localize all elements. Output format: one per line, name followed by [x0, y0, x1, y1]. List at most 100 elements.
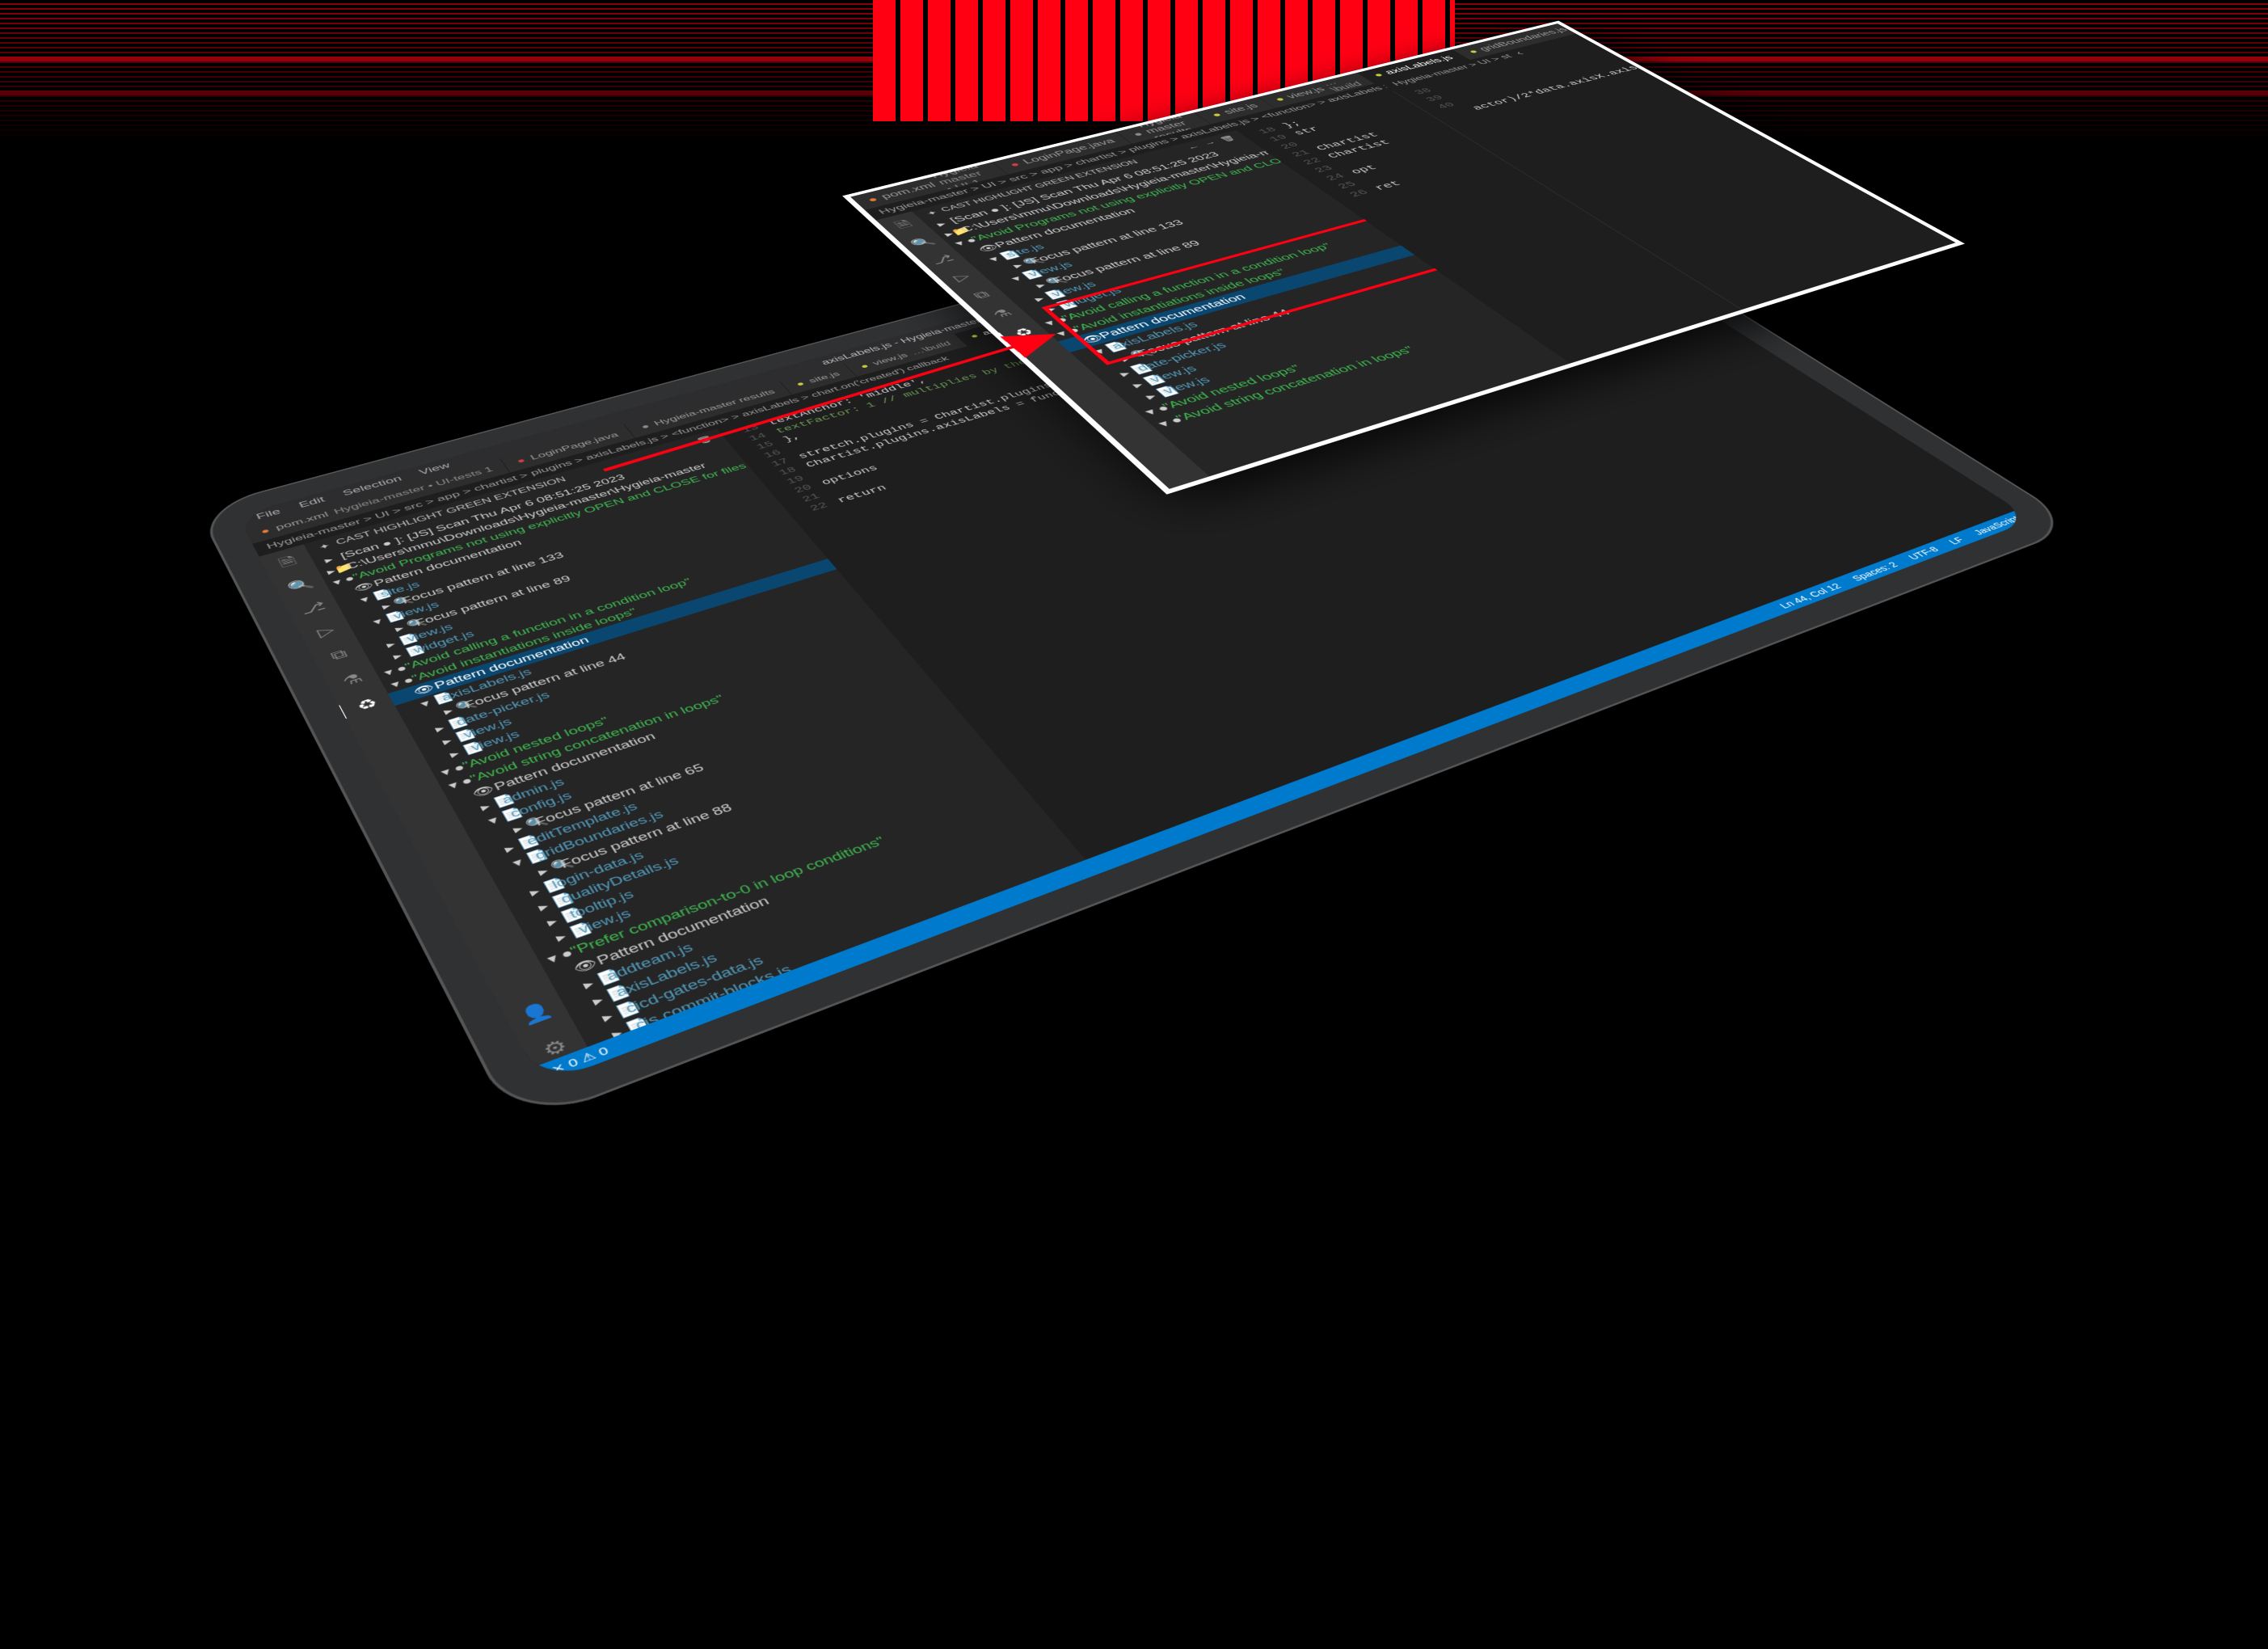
- inset-search-icon[interactable]: 🔍: [908, 235, 938, 249]
- activity-bar: 🗎 🔍 ⎇ ▷ ⧉ ⚗ ♻ 👤 ⚙: [259, 544, 588, 1067]
- file-type-icon: ●: [858, 362, 871, 370]
- tree-row-icon: ▸ 📄: [432, 719, 454, 735]
- tree-row-label: Focus pattern at line 133: [400, 550, 567, 606]
- tree-row-label: Pattern documentation: [432, 635, 592, 691]
- tree-row-icon: ▸ 📄: [447, 744, 469, 760]
- tree-row-label: config.js: [508, 789, 574, 820]
- tree-row-icon: ▸ 📄: [535, 896, 559, 914]
- tree-row-label: cicd-gates-data.js: [622, 953, 766, 1016]
- tree-row-icon: ▸ 🔍: [393, 621, 413, 635]
- tree-row-icon: ▸ 📄: [502, 838, 525, 855]
- tree-row[interactable]: ▸ 📄 tooltip.js: [518, 757, 1008, 940]
- tree-row[interactable]: ▸ 📄qualityDetails.js: [510, 744, 997, 925]
- tree-row[interactable]: ▸ 🔍Focus pattern at line 89: [355, 508, 793, 646]
- tree-row[interactable]: ▸ 📄view.js: [527, 770, 1019, 955]
- tree-row-label: admin.js: [500, 776, 567, 807]
- inset-back-icon[interactable]: ←: [1185, 143, 1203, 151]
- tree-row[interactable]: ▸ 📄view.js: [416, 601, 874, 756]
- tree-row-icon: ▾ 📄: [510, 853, 533, 870]
- tree-row-icon: ▸ 📄: [553, 926, 577, 945]
- file-type-icon: ●: [1209, 111, 1225, 119]
- tree-row[interactable]: ▸ 📄config.js: [601, 879, 1086, 1047]
- tree-row[interactable]: 👁Pattern documentation: [445, 647, 913, 809]
- tree-row-label: axisLabels.js: [613, 951, 719, 1000]
- tree-row-icon: ▸ 📄: [391, 647, 412, 661]
- side-delete-icon[interactable]: 🗑: [694, 435, 715, 446]
- tree-row[interactable]: ▸ 🔍Focus pattern at line 65: [469, 681, 943, 850]
- file-type-icon: ●: [1130, 130, 1146, 138]
- inset-explorer-icon[interactable]: 🗎: [890, 219, 919, 233]
- tree-row-icon: ▸ 🔍: [380, 598, 400, 611]
- tree-row[interactable]: ▾ ●"Avoid calling a function in a condit…: [374, 538, 819, 682]
- tree-row[interactable]: ▸ 📄date-picker.js: [409, 591, 865, 744]
- tree-row[interactable]: ▸ 📄 view.js: [361, 518, 802, 658]
- tree-row-icon: ▾ ●: [389, 676, 410, 690]
- tree-row-label: editTemplate.js: [524, 800, 639, 848]
- file-type-icon: ●: [639, 422, 652, 431]
- file-type-icon: ●: [794, 380, 807, 388]
- tree-row-label: view.js: [462, 716, 514, 741]
- tree-row-icon: ▸ 📄: [609, 1022, 634, 1042]
- tree-row-icon: ▾ ●: [1154, 415, 1179, 429]
- settings-icon[interactable]: ⚙: [536, 1034, 575, 1063]
- tree-row-icon: ▸ 📄: [478, 797, 500, 813]
- tree-row[interactable]: ▾ ●"Avoid nested loops": [431, 624, 893, 782]
- tree-row-icon: ▸ 🔍: [510, 819, 533, 836]
- tree-row-icon: ▾ 📄: [486, 811, 508, 828]
- tree-row-label: "Prefer comparison-to-0 in loop conditio…: [567, 834, 887, 958]
- tree-row-icon: ▸ 🔍: [535, 861, 559, 879]
- tree-row-label: login-data.js: [550, 849, 647, 892]
- file-type-icon: ●: [1272, 95, 1288, 103]
- tree-row-icon: 👁: [411, 683, 432, 698]
- file-type-icon: ●: [1371, 71, 1387, 78]
- extensions-icon[interactable]: ⧉: [323, 645, 355, 664]
- tree-row[interactable]: ▸ 🔍Focus pattern at line 88: [493, 719, 975, 895]
- testing-icon[interactable]: ⚗: [337, 669, 369, 690]
- inset-forward-icon[interactable]: →: [1201, 139, 1219, 147]
- file-type-icon: ●: [515, 456, 528, 466]
- side-forward-icon[interactable]: →: [676, 441, 693, 451]
- tree-row[interactable]: ▾ 📄config.js: [461, 670, 933, 837]
- tree-row[interactable]: ▸ 📄editTemplate.js: [477, 694, 954, 865]
- file-type-icon: ●: [865, 195, 881, 204]
- inset-testing-icon[interactable]: ⚗: [987, 306, 1018, 322]
- tree-row[interactable]: ▸ 📄admin.js: [453, 658, 923, 823]
- tree-row-icon: ▸ 📄: [527, 881, 551, 899]
- tree-row-label: Focus pattern at line 88: [558, 801, 735, 871]
- tree-row-label: view.js: [391, 599, 441, 621]
- status-bar: ⨯ 0 ⚠ 0 Ln 44, Col 12 Spaces: 2 UTF-8 LF…: [533, 509, 2034, 1085]
- inset-debug-icon[interactable]: ▷: [946, 270, 977, 285]
- inset-star-icon: ✦: [924, 209, 940, 217]
- tree-row-icon: 👁: [470, 784, 493, 800]
- tree-row-label: Pattern documentation: [491, 730, 658, 793]
- tree-row-icon: ▸ 📄: [384, 636, 405, 650]
- status-eol[interactable]: LF: [1946, 535, 1967, 546]
- tree-row-label: qualityDetails.js: [559, 854, 681, 906]
- tree-row-icon: ▸📁: [325, 564, 344, 577]
- tree-row-label: Focus pattern at line 65: [533, 761, 707, 829]
- tree-row-icon: ▾ ●: [382, 664, 403, 679]
- tree-row[interactable]: ▾ 📄gridBoundaries.js: [485, 706, 964, 879]
- inset-extensions-icon[interactable]: ⧉: [967, 288, 997, 302]
- tree-row-icon: ▸: [319, 554, 339, 567]
- tree-row-label: view.js: [575, 906, 633, 936]
- inset-delete-icon[interactable]: 🗑: [1217, 134, 1237, 143]
- tree-row-icon: ▸ 📄: [440, 732, 462, 748]
- tree-row-icon: ▾ ●: [439, 763, 462, 779]
- debug-icon[interactable]: ▷: [310, 622, 341, 641]
- tree-row[interactable]: ▸ 🔍Focus pattern at line 44: [402, 580, 855, 731]
- tree-row[interactable]: ▾ ●"Avoid string concatenation in loops": [438, 635, 903, 796]
- scene: File Edit Selection View axisLabels.js -…: [326, 32, 1942, 1649]
- inset-scm-icon[interactable]: ⎇: [927, 252, 957, 267]
- file-type-icon: ●: [968, 332, 981, 340]
- side-back-icon[interactable]: ←: [656, 446, 674, 457]
- tree-row-icon: ▸ 📄: [618, 1039, 644, 1047]
- tree-row-label: Focus pattern at line 89: [413, 573, 573, 628]
- file-type-icon: ●: [1465, 48, 1482, 55]
- tree-row-icon: 👁: [571, 957, 596, 976]
- tree-row-label: tooltip.js: [567, 888, 636, 922]
- tree-row[interactable]: ▾ ●"Avoid instantiations inside loops": [382, 548, 828, 694]
- tree-row-label: "Avoid instantiations inside loops": [410, 606, 639, 684]
- tree-row[interactable]: ▸ 📄login-data.js: [501, 731, 986, 909]
- tree-row[interactable]: ▸ 📄view.js: [424, 613, 883, 770]
